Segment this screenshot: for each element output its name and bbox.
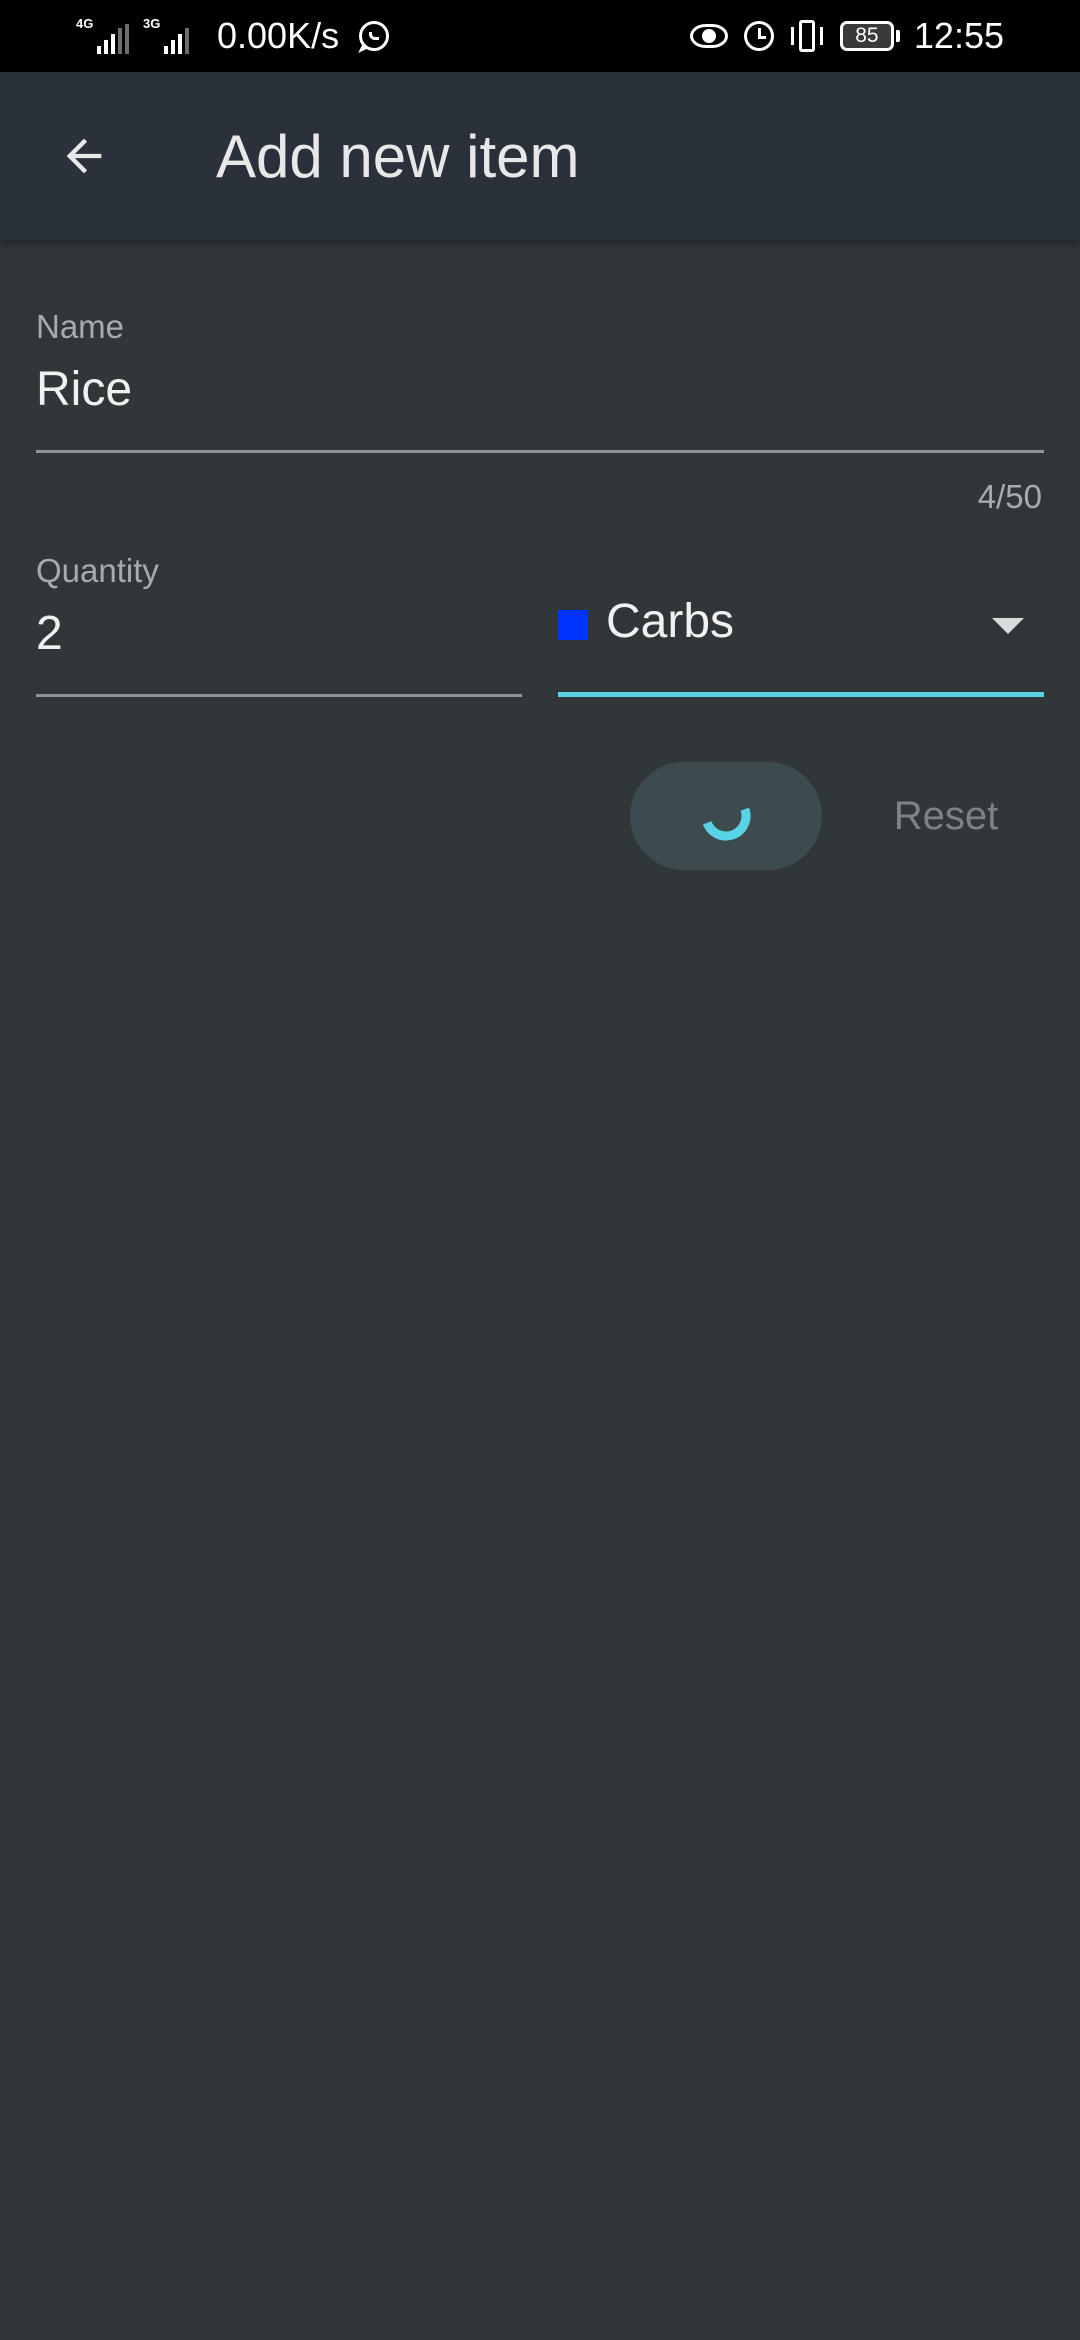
category-selected-value: Carbs xyxy=(606,595,735,648)
page-title: Add new item xyxy=(216,123,580,190)
name-character-counter: 4/50 xyxy=(977,478,1042,515)
network-type-2: 3G xyxy=(143,16,161,31)
name-field[interactable]: Name Rice xyxy=(36,300,1044,456)
category-color-swatch xyxy=(558,610,588,640)
save-button[interactable] xyxy=(630,762,822,870)
network-speed: 0.00K/s xyxy=(217,15,340,56)
network-type-1: 4G xyxy=(76,16,94,31)
battery-icon: 85 xyxy=(839,21,900,51)
status-bar-right: 85 12:55 xyxy=(689,0,1004,72)
caret-down-icon xyxy=(992,618,1024,634)
status-bar: 4G 3G 0.00K/s 85 12:55 xyxy=(0,0,1080,72)
name-value[interactable]: Rice xyxy=(36,362,132,417)
clock: 12:55 xyxy=(913,15,1004,56)
loading-spinner-icon xyxy=(702,807,751,841)
quantity-value[interactable]: 2 xyxy=(36,606,63,661)
category-dropdown[interactable]: Carbs xyxy=(558,580,1044,700)
signal-icon: 3G xyxy=(143,16,189,54)
quantity-field[interactable]: Quantity 2 xyxy=(36,544,522,700)
vibrate-icon xyxy=(790,20,824,52)
quantity-underline xyxy=(36,694,522,697)
eye-icon xyxy=(689,24,728,48)
category-underline xyxy=(558,692,1044,697)
alarm-icon xyxy=(743,21,774,51)
app-bar: Add new item xyxy=(0,72,1080,240)
quantity-label: Quantity xyxy=(36,552,159,589)
name-label: Name xyxy=(36,308,125,345)
back-button[interactable] xyxy=(40,112,128,200)
signal-icon: 4G xyxy=(76,16,129,54)
arrow-left-icon xyxy=(66,138,102,174)
whatsapp-icon xyxy=(359,21,390,51)
reset-button[interactable]: Reset xyxy=(870,762,1022,870)
status-bar-left: 4G 3G 0.00K/s xyxy=(76,0,390,72)
battery-level: 85 xyxy=(839,21,894,51)
name-underline xyxy=(36,450,1044,453)
